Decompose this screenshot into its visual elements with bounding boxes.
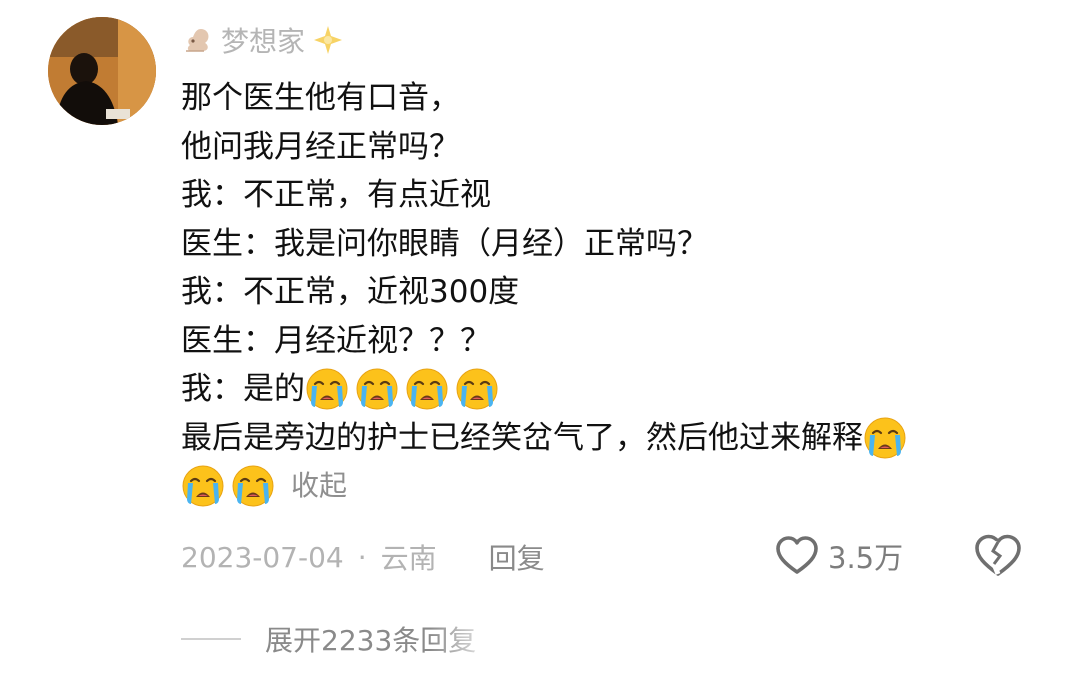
comment-line: 我：是的 (181, 365, 1061, 414)
comment-line: 那个医生他有口音， (181, 74, 1061, 123)
loudly-crying-face-icon (231, 464, 275, 508)
comment-line: 医生：月经近视？？？ (181, 317, 1061, 366)
reply-button[interactable]: 回复 (489, 537, 545, 577)
comment-line-text: 我：不正常，近视300度 (181, 274, 520, 310)
comment-line-text: 医生：我是问你眼睛（月经）正常吗？ (181, 225, 708, 262)
dislike-button[interactable] (972, 531, 1024, 581)
avatar-photo (48, 17, 156, 125)
squirrel-icon (181, 23, 215, 57)
heart-icon (776, 536, 818, 574)
like-button[interactable]: 3.5万 (774, 531, 903, 581)
fade-overlay (430, 612, 650, 668)
loudly-crying-face-icon (405, 367, 449, 411)
comment-date: 2023-07-04 (181, 540, 344, 574)
comment-line-text: 最后是旁边的护士已经笑岔气了，然后他过来解释 (181, 419, 863, 456)
loudly-crying-face-icon (181, 464, 225, 508)
comment-line-text: 我：是的 (181, 371, 305, 407)
username-row[interactable]: 梦想家 (181, 20, 345, 60)
loudly-crying-face-icon (355, 367, 399, 411)
collapse-button[interactable]: 收起 (291, 462, 347, 511)
like-count: 3.5万 (828, 541, 904, 575)
meta-separator: · (357, 540, 367, 574)
loudly-crying-face-icon (455, 367, 499, 411)
comment-line: 我：不正常，近视300度 (181, 268, 1061, 317)
comment-line-text: 医生：月经近视？？？ (181, 322, 491, 359)
loudly-crying-face-icon (863, 416, 907, 460)
comment-line-text: 那个医生他有口音， (181, 80, 460, 116)
comment-line: 收起 (181, 462, 1061, 511)
comment-location: 云南 (380, 542, 437, 575)
divider-line (181, 638, 241, 640)
comment-line: 最后是旁边的护士已经笑岔气了，然后他过来解释 (181, 414, 1061, 463)
comment-meta: 2023-07-04 · 云南 回复 (181, 533, 545, 581)
broken-heart-icon (975, 534, 1021, 576)
comment-body: 那个医生他有口音， 他问我月经正常吗？ 我：不正常，有点近视医生：我是问你眼睛（月经… (181, 74, 1061, 511)
comment-line: 我：不正常，有点近视 (181, 171, 1061, 220)
sparkle-icon (311, 23, 345, 57)
avatar[interactable] (48, 17, 156, 125)
comment-line: 他问我月经正常吗？ (181, 123, 1061, 172)
loudly-crying-face-icon (305, 367, 349, 411)
comment-line-text: 我：不正常，有点近视 (181, 177, 491, 213)
comment-line-text: 他问我月经正常吗？ (181, 128, 460, 165)
comment-line: 医生：我是问你眼睛（月经）正常吗？ (181, 220, 1061, 269)
username-text: 梦想家 (221, 25, 306, 58)
